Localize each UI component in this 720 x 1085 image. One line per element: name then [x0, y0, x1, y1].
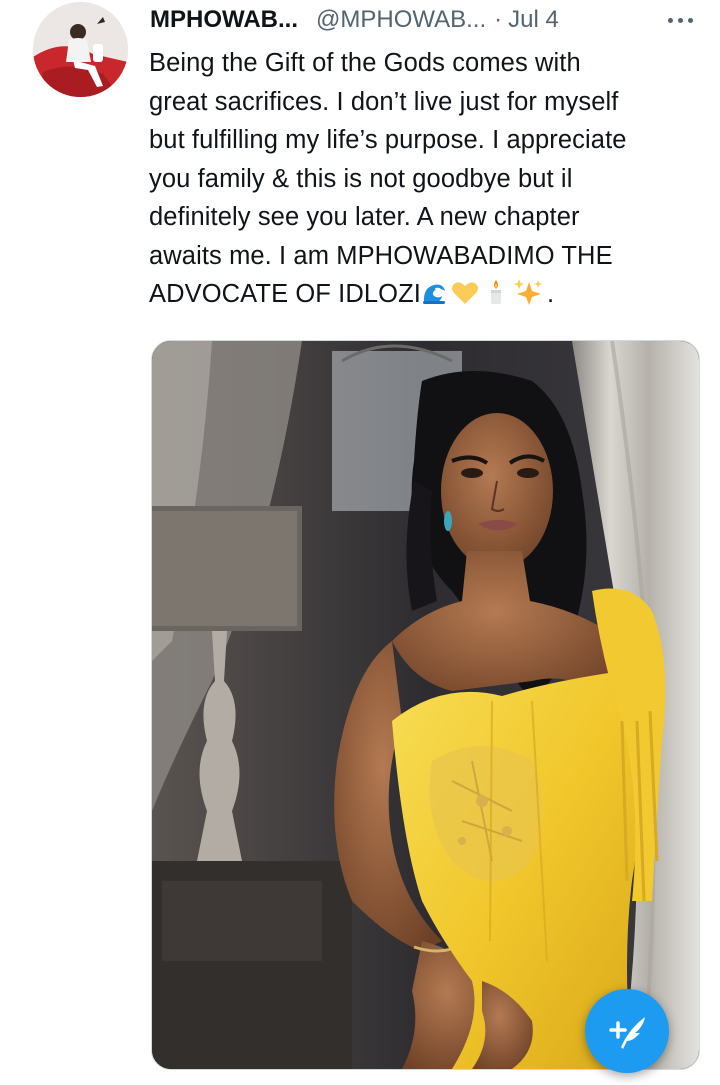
tweet-text-line: awaits me. I am MPHOWABADIMO THE [149, 241, 613, 270]
yellow-heart-emoji-icon [451, 279, 479, 318]
tweet-text-line: definitely see you later. A new chapter [149, 203, 580, 231]
tweet-header: MPHOWAB... @MPHOWAB... · Jul 4 [150, 6, 700, 36]
tweet[interactable]: MPHOWAB... @MPHOWAB... · Jul 4 Being the Gi… [0, 0, 720, 1085]
tweet-text-line: great sacrifices. I don’t live just for … [149, 87, 619, 116]
wave-emoji-icon [421, 279, 447, 318]
photo-image [152, 341, 699, 1069]
avatar-image [33, 2, 128, 97]
tweet-date[interactable]: Jul 4 [508, 6, 559, 33]
author-name[interactable]: MPHOWAB... [150, 6, 298, 33]
compose-tweet-button[interactable] [585, 989, 669, 1073]
tweet-text: Being the Gift of the Gods comes with gr… [149, 44, 709, 318]
author-handle[interactable]: @MPHOWAB... [316, 6, 486, 33]
compose-tweet-icon [609, 1017, 645, 1049]
more-dots-icon[interactable] [664, 2, 700, 34]
separator-dot: · [494, 6, 503, 33]
candle-emoji-icon [483, 278, 509, 318]
tweet-photo[interactable] [151, 340, 700, 1070]
tweet-text-line: Being the Gift of the Gods comes with [149, 49, 581, 77]
tweet-text-last-line: ADVOCATE OF IDLOZI. [149, 275, 709, 318]
tweet-text-line: ADVOCATE OF IDLOZI [149, 280, 421, 308]
tweet-text-line: you family & this is not goodbye but il [149, 164, 573, 193]
tweet-text-end: . [546, 280, 555, 308]
tweet-text-line: but fulfilling my life’s purpose. I appr… [149, 126, 627, 154]
author-avatar[interactable] [33, 2, 128, 97]
sparkles-emoji-icon [513, 278, 543, 318]
